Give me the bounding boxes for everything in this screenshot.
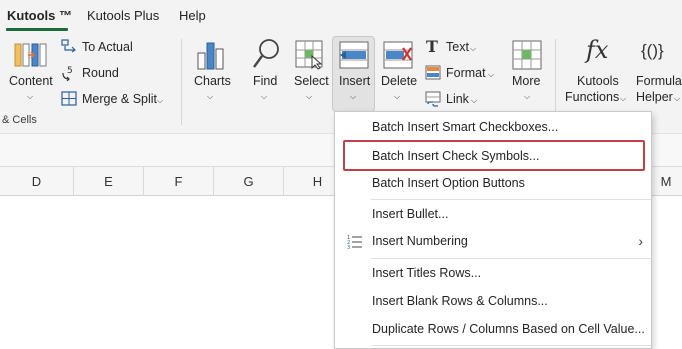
chevron-down-icon: ⌵ bbox=[261, 92, 268, 101]
menu-item-label: Insert Bullet... bbox=[372, 207, 449, 221]
chevron-down-icon: ⌵ bbox=[524, 92, 531, 101]
insert-button-label: Insert bbox=[339, 74, 371, 88]
format-icon bbox=[425, 65, 441, 80]
menu-item-batch-insert-option-buttons[interactable]: Batch Insert Option Buttons bbox=[335, 172, 651, 196]
menu-item-insert-bullet[interactable]: Insert Bullet... bbox=[335, 203, 651, 227]
more-icon bbox=[512, 40, 542, 70]
select-icon bbox=[295, 40, 325, 70]
insert-dropdown-menu: Batch Insert Smart Checkboxes... Batch I… bbox=[334, 111, 652, 349]
menu-item-label: Batch Insert Smart Checkboxes... bbox=[372, 120, 559, 134]
numbering-icon: 1 2 3 bbox=[347, 234, 363, 251]
chevron-down-icon: ⌵ bbox=[620, 94, 627, 103]
menu-separator bbox=[371, 199, 651, 200]
svg-text:T: T bbox=[426, 38, 438, 54]
menu-item-insert-numbering[interactable]: 1 2 3 Insert Numbering › bbox=[335, 230, 651, 254]
delete-icon bbox=[383, 40, 413, 70]
submenu-arrow-icon: › bbox=[638, 233, 643, 249]
menu-item-label: Insert Blank Rows & Columns... bbox=[372, 294, 548, 308]
formula-braces-icon: {()} bbox=[641, 41, 664, 60]
menu-item-label: Insert Numbering bbox=[372, 234, 468, 248]
tab-kutools-plus[interactable]: Kutools Plus bbox=[87, 8, 159, 23]
chevron-down-icon: ⌵ bbox=[674, 94, 681, 103]
chevron-down-icon: ⌵ bbox=[470, 44, 477, 53]
find-button[interactable]: Find bbox=[253, 74, 277, 88]
round-icon: 5 bbox=[61, 65, 77, 82]
chevron-down-icon: ⌵ bbox=[471, 96, 478, 105]
tab-help[interactable]: Help bbox=[179, 8, 206, 23]
menu-separator bbox=[371, 258, 651, 259]
formula-helper-button[interactable]: Formula bbox=[636, 74, 682, 88]
charts-button[interactable]: Charts bbox=[194, 74, 231, 88]
menu-item-label: Duplicate Rows / Columns Based on Cell V… bbox=[372, 322, 645, 336]
column-header-f[interactable]: F bbox=[144, 167, 214, 196]
group-divider bbox=[181, 39, 182, 125]
column-header-d[interactable]: D bbox=[0, 167, 74, 196]
chevron-down-icon: ⌵ bbox=[27, 92, 34, 101]
format-button[interactable]: Format bbox=[446, 66, 486, 80]
text-button[interactable]: Text bbox=[446, 40, 469, 54]
menu-item-label: Insert Titles Rows... bbox=[372, 266, 482, 280]
more-button[interactable]: More bbox=[512, 74, 540, 88]
link-icon bbox=[425, 91, 441, 107]
kutools-functions-label: Functions bbox=[565, 90, 620, 104]
menu-item-insert-blank-rows-columns[interactable]: Insert Blank Rows & Columns... bbox=[335, 290, 651, 314]
to-actual-button[interactable]: To Actual bbox=[82, 40, 133, 54]
column-header-m[interactable]: M bbox=[650, 167, 682, 196]
highlight-box bbox=[343, 140, 645, 171]
chevron-down-icon: ⌵ bbox=[394, 92, 401, 101]
content-button[interactable]: Content bbox=[9, 74, 53, 88]
chevron-down-icon: ⌵ bbox=[350, 92, 357, 101]
menu-item-label: Batch Insert Option Buttons bbox=[372, 176, 525, 190]
to-actual-icon bbox=[61, 39, 77, 53]
chevron-down-icon: ⌵ bbox=[488, 70, 495, 79]
merge-split-icon bbox=[61, 91, 77, 106]
svg-text:5: 5 bbox=[67, 66, 73, 76]
chevron-down-icon: ⌵ bbox=[207, 92, 214, 101]
menu-item-insert-titles-rows[interactable]: Insert Titles Rows... bbox=[335, 262, 651, 286]
link-button[interactable]: Link bbox=[446, 92, 469, 106]
content-icon bbox=[14, 40, 48, 70]
tab-kutools[interactable]: Kutools ™ bbox=[7, 8, 72, 23]
menu-separator bbox=[371, 345, 651, 346]
find-icon bbox=[251, 38, 281, 70]
group-label-cells: & Cells bbox=[2, 114, 37, 126]
column-header-g[interactable]: G bbox=[214, 167, 284, 196]
kutools-functions-button[interactable]: Kutools bbox=[577, 74, 619, 88]
active-tab-indicator bbox=[6, 28, 68, 31]
insert-icon bbox=[339, 40, 369, 70]
menu-item-batch-insert-smart-checkboxes[interactable]: Batch Insert Smart Checkboxes... bbox=[335, 116, 651, 140]
round-button[interactable]: Round bbox=[82, 66, 119, 80]
delete-button[interactable]: Delete bbox=[381, 74, 417, 88]
charts-icon bbox=[196, 39, 226, 71]
merge-split-button[interactable]: Merge & Split bbox=[82, 92, 157, 106]
fx-icon: fx bbox=[586, 36, 609, 64]
ribbon-tab-bar: Kutools ™ Kutools Plus Help bbox=[0, 0, 682, 33]
select-button[interactable]: Select bbox=[294, 74, 329, 88]
menu-item-duplicate-rows-columns[interactable]: Duplicate Rows / Columns Based on Cell V… bbox=[335, 318, 651, 342]
column-header-e[interactable]: E bbox=[74, 167, 144, 196]
svg-text:3: 3 bbox=[347, 245, 350, 250]
text-icon: T bbox=[425, 37, 441, 56]
chevron-down-icon: ⌵ bbox=[157, 96, 164, 105]
formula-helper-label: Helper bbox=[636, 90, 673, 104]
chevron-down-icon: ⌵ bbox=[306, 92, 313, 101]
